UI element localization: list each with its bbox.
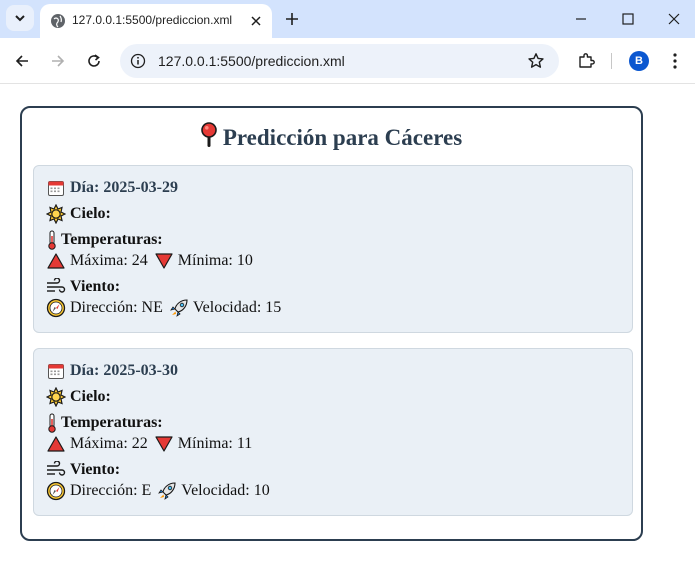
temperature-label: Temperaturas: (61, 231, 163, 248)
close-window-button[interactable] (662, 7, 686, 31)
max-temperature: Máxima: 22 (70, 435, 148, 452)
chevron-down-icon (15, 15, 25, 22)
wind-label: Viento: (70, 461, 121, 478)
site-info-icon[interactable] (130, 53, 146, 69)
wind-blowing-face-icon (46, 460, 66, 480)
temperature-values-row: Máxima: 24 Mínima: 10 (46, 251, 253, 271)
profile-avatar[interactable]: B (629, 51, 649, 71)
wind-label: Viento: (70, 278, 121, 295)
bookmark-star-icon[interactable] (527, 52, 545, 70)
min-temperature: Mínima: 11 (177, 435, 253, 452)
tab-strip: 127.0.0.1:5500/prediccion.xml (0, 0, 695, 38)
maximize-button[interactable] (616, 7, 640, 31)
page-title-text: Predicción para Cáceres (222, 125, 463, 150)
compass-icon (46, 298, 66, 318)
wind-speed: Velocidad: 10 (181, 482, 270, 499)
reload-button[interactable] (82, 49, 106, 73)
day-row: Día: 2025-03-29 (46, 178, 178, 198)
thermometer-icon (46, 413, 58, 433)
temperature-header-row: Temperaturas: (46, 230, 163, 250)
toolbar-divider (611, 53, 612, 69)
temperature-header-row: Temperaturas: (46, 413, 163, 433)
wind-blowing-face-icon (46, 277, 66, 297)
url-text[interactable]: 127.0.0.1:5500/prediccion.xml (158, 52, 345, 70)
page-viewport: Predicción para Cáceres Día: 2025-03-29 … (0, 85, 695, 569)
day-card: Día: 2025-03-29 Cielo: Temperaturas: Máx… (33, 165, 633, 333)
address-bar[interactable]: 127.0.0.1:5500/prediccion.xml (120, 44, 559, 78)
sky-row: Cielo: (46, 387, 111, 407)
browser-toolbar: 127.0.0.1:5500/prediccion.xml B (0, 38, 695, 84)
menu-button[interactable] (663, 49, 687, 73)
wind-direction: Dirección: E (70, 482, 152, 499)
wind-speed: Velocidad: 15 (192, 299, 282, 316)
arrow-right-icon (52, 55, 65, 67)
rocket-icon (169, 298, 189, 318)
min-temperature: Mínima: 10 (177, 252, 253, 269)
red-triangle-up-icon (46, 434, 66, 454)
calendar-icon (46, 178, 66, 198)
tab-close-button[interactable] (248, 13, 264, 29)
wind-values-row: Dirección: NE Velocidad: 15 (46, 298, 281, 318)
globe-icon (51, 14, 65, 28)
day-date: Día: 2025-03-29 (70, 179, 178, 196)
sky-label: Cielo: (70, 388, 111, 405)
browser-tab[interactable]: 127.0.0.1:5500/prediccion.xml (40, 4, 272, 38)
minimize-icon (576, 18, 586, 20)
temperature-values-row: Máxima: 22 Mínima: 11 (46, 434, 252, 454)
red-triangle-down-icon (154, 434, 174, 454)
temperature-label: Temperaturas: (61, 414, 163, 431)
red-triangle-down-icon (154, 251, 174, 271)
back-button[interactable] (10, 49, 34, 73)
round-pushpin-icon (201, 122, 217, 147)
day-card: Día: 2025-03-30 Cielo: Temperaturas: Máx… (33, 348, 633, 516)
puzzle-icon (579, 53, 595, 68)
forecast-container: Predicción para Cáceres Día: 2025-03-29 … (20, 106, 643, 541)
tab-title: 127.0.0.1:5500/prediccion.xml (72, 13, 233, 27)
wind-direction: Dirección: NE (70, 299, 163, 316)
sky-label: Cielo: (70, 205, 111, 222)
maximize-icon (622, 13, 634, 25)
thermometer-icon (46, 230, 58, 250)
rocket-icon (157, 481, 177, 501)
forward-button[interactable] (46, 49, 70, 73)
day-row: Día: 2025-03-30 (46, 361, 178, 381)
sun-icon (46, 204, 66, 224)
sky-row: Cielo: (46, 204, 111, 224)
page-title: Predicción para Cáceres (22, 122, 641, 152)
day-date: Día: 2025-03-30 (70, 362, 178, 379)
red-triangle-up-icon (46, 251, 66, 271)
wind-header-row: Viento: (46, 460, 120, 480)
tab-search-button[interactable] (6, 5, 34, 31)
compass-icon (46, 481, 66, 501)
sun-icon (46, 387, 66, 407)
max-temperature: Máxima: 24 (70, 252, 148, 269)
calendar-icon (46, 361, 66, 381)
arrow-left-icon (15, 55, 28, 67)
wind-header-row: Viento: (46, 277, 120, 297)
plus-icon (286, 13, 298, 25)
extensions-button[interactable] (574, 49, 598, 73)
wind-values-row: Dirección: E Velocidad: 10 (46, 481, 270, 501)
close-icon (668, 13, 680, 25)
new-tab-button[interactable] (282, 9, 302, 29)
kebab-menu-icon (673, 53, 677, 69)
reload-icon (88, 54, 100, 67)
close-icon (251, 16, 261, 26)
minimize-button[interactable] (569, 7, 593, 31)
